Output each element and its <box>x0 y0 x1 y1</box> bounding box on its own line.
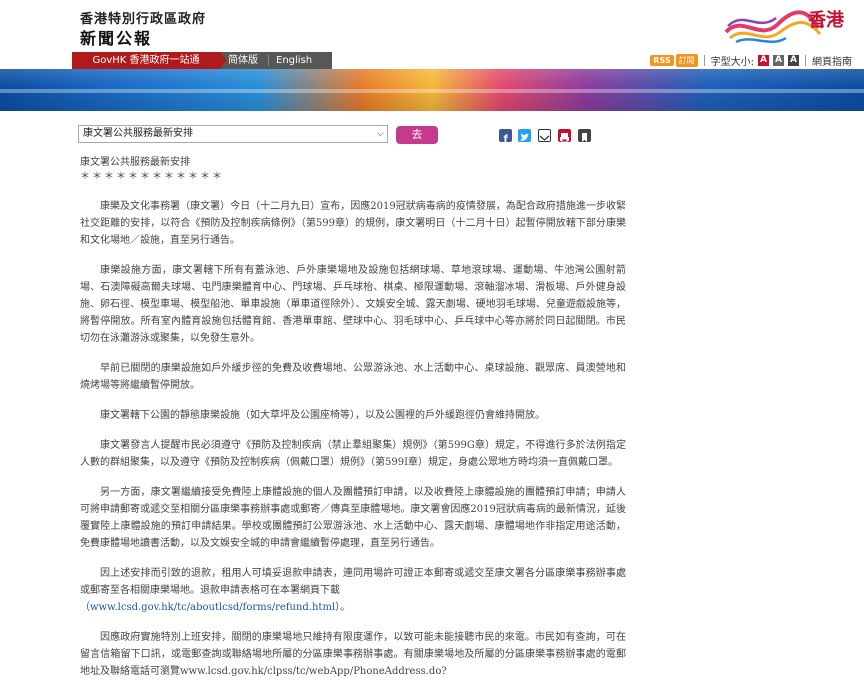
page-tools: RSS 訂閱 字型大小: A A A 網頁指南 <box>650 52 852 69</box>
email-icon[interactable] <box>538 129 551 142</box>
govhk-link[interactable]: GovHK 香港政府一站通 <box>72 52 227 69</box>
press-release-select[interactable]: 康文署公共服務最新安排 ⌵ <box>78 125 388 143</box>
article-paragraph: 康文署發言人提醒市民必須遵守《預防及控制疾病（禁止羣組聚集）規例》（第599G章… <box>80 440 626 468</box>
chevron-down-icon: ⌵ <box>377 129 384 139</box>
rss-icon[interactable]: RSS <box>650 55 674 66</box>
brand-text: 香港 <box>808 10 844 31</box>
brand-hong-kong-logo[interactable]: 香港 <box>722 2 852 48</box>
header-banner <box>0 69 864 111</box>
site-header: 香港特別行政區政府 新聞公報 香港 <box>0 0 864 52</box>
bookmark-icon[interactable] <box>578 129 591 142</box>
site-guide-link[interactable]: 網頁指南 <box>812 53 852 68</box>
article-paragraph: 因上述安排而引致的退款，租用人可填妥退款申請表，連同用場許可證正本郵寄或遞交至康… <box>80 568 626 596</box>
press-release-select-value: 康文署公共服務最新安排 <box>83 128 193 139</box>
title-separator: ＊＊＊＊＊＊＊＊＊＊＊＊ <box>80 171 224 182</box>
simplified-chinese-link[interactable]: 简体版 <box>228 52 258 69</box>
banner-stripe <box>0 89 864 93</box>
tools-divider <box>703 55 705 66</box>
font-size-label: 字型大小: <box>710 57 754 68</box>
font-size-small-button[interactable]: A <box>758 55 769 66</box>
twitter-icon[interactable] <box>518 129 531 142</box>
refund-form-link[interactable]: （www.lcsd.gov.hk/tc/aboutlcsd/forms/refu… <box>80 602 350 613</box>
tools-divider <box>805 55 806 66</box>
article-paragraph: 另一方面，康文署繼續接受免費陸上康體設施的個人及團體預訂申請，以及收費陸上康體設… <box>80 487 626 549</box>
article-paragraph: 康樂及文化事務署（康文署）今日（十二月九日）宣布，因應2019冠狀病毒病的疫情發… <box>80 201 626 246</box>
page-title[interactable]: 新聞公報 <box>80 25 152 49</box>
article-paragraph: 康文署轄下公園的靜態康樂設施（如大草坪及公園座椅等），以及公園裡的戶外緩跑徑仍會… <box>100 410 545 421</box>
svg-text:f: f <box>504 134 509 144</box>
facebook-icon[interactable]: f <box>499 129 512 145</box>
article-paragraph: 康樂設施方面，康文署轄下所有有蓋泳池、戶外康樂場地及設施包括網球場、草地滾球場、… <box>80 265 626 344</box>
nav-divider <box>268 55 269 66</box>
refund-form-line: （www.lcsd.gov.hk/tc/aboutlcsd/forms/refu… <box>80 599 626 616</box>
english-link[interactable]: English <box>276 52 312 69</box>
article-paragraph: 因應政府實施特別上班安排，關閉的康樂場地只維持有限度運作，以致可能未能接聽市民的… <box>80 632 626 677</box>
article-paragraph: 早前已關閉的康樂設施如戶外緩步徑的免費及收費場地、公眾游泳池、水上活動中心、桌球… <box>80 363 626 391</box>
go-button[interactable]: 去 <box>396 126 438 144</box>
press-release-article: 康文署公共服務最新安排 ＊＊＊＊＊＊＊＊＊＊＊＊ 康樂及文化事務署（康文署）今日… <box>80 156 626 693</box>
font-size-medium-button[interactable]: A <box>773 55 784 66</box>
print-icon[interactable] <box>558 129 571 143</box>
font-size-large-button[interactable]: A <box>788 55 799 66</box>
article-title: 康文署公共服務最新安排 <box>80 157 190 168</box>
rss-subscribe-link[interactable]: 訂閱 <box>675 54 698 67</box>
